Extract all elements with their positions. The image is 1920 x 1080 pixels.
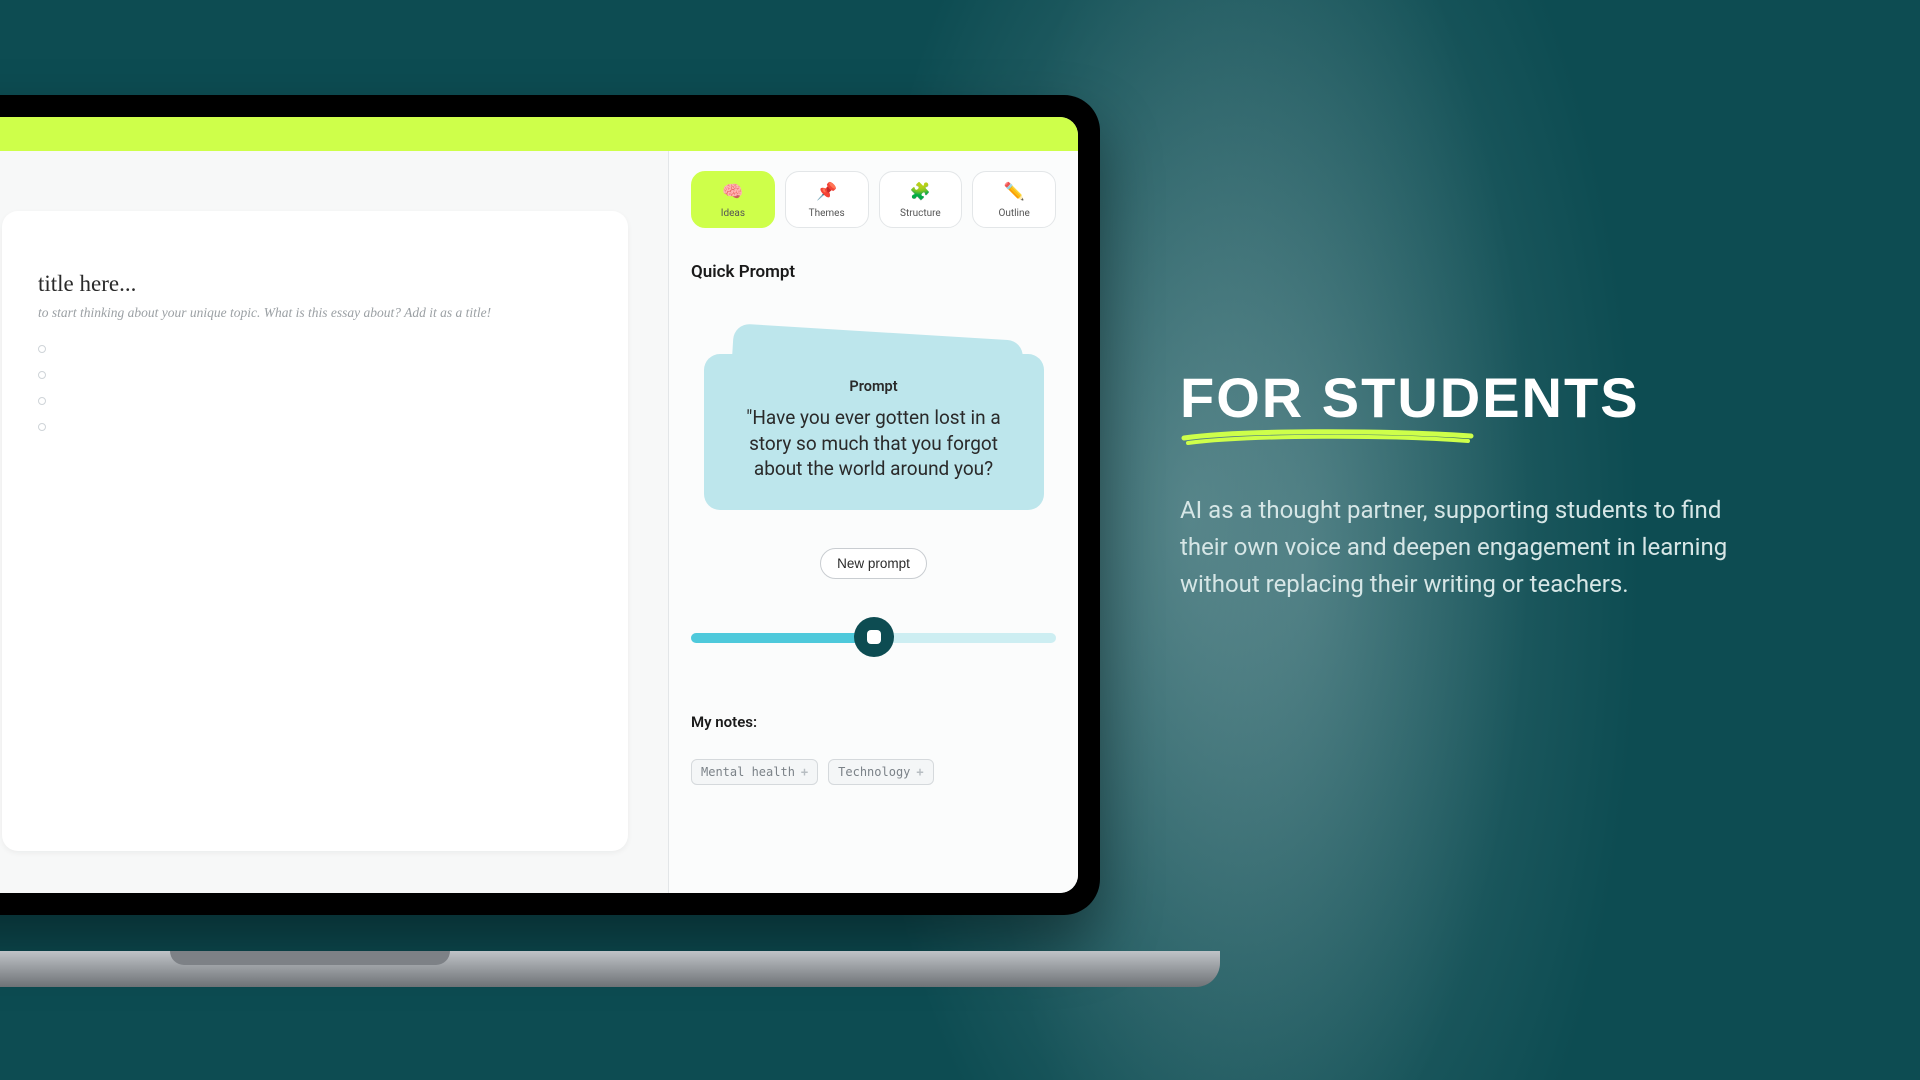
slider-thumb[interactable] [854, 617, 894, 657]
tab-label: Themes [809, 208, 845, 219]
tab-label: Ideas [721, 208, 745, 219]
prompt-label: Prompt [730, 378, 1018, 395]
pencil-icon: ✏️ [1004, 182, 1025, 202]
brain-icon: 🧠 [722, 182, 743, 202]
app-layout: title here... to start thinking about yo… [0, 151, 1078, 893]
prompt-text: "Have you ever gotten lost in a story so… [730, 405, 1018, 482]
bullet-marker [38, 397, 46, 405]
sidebar-tabs: 🧠 Ideas 📌 Themes 🧩 Structure ✏️ [691, 171, 1056, 228]
quick-prompt-heading: Quick Prompt [691, 262, 1056, 282]
notes-tags: Mental health + Technology + [691, 759, 1056, 785]
tag-mental-health[interactable]: Mental health + [691, 759, 818, 785]
editor-bullet-list [38, 345, 592, 431]
editor-panel: title here... to start thinking about yo… [0, 151, 668, 893]
tab-label: Structure [900, 208, 941, 219]
new-prompt-row: New prompt [691, 548, 1056, 579]
plus-icon: + [916, 765, 923, 779]
sidebar-panel: 🧠 Ideas 📌 Themes 🧩 Structure ✏️ [668, 151, 1078, 893]
tab-outline[interactable]: ✏️ Outline [972, 171, 1056, 228]
tag-technology[interactable]: Technology + [828, 759, 933, 785]
laptop-mockup: title here... to start thinking about yo… [0, 95, 1100, 975]
tag-label: Technology [838, 765, 910, 779]
marketing-body: AI as a thought partner, supporting stud… [1180, 492, 1765, 604]
tab-structure[interactable]: 🧩 Structure [879, 171, 963, 228]
app-screen: title here... to start thinking about yo… [0, 117, 1078, 893]
my-notes-heading: My notes: [691, 713, 1056, 731]
editor-hint: to start thinking about your unique topi… [38, 305, 592, 321]
laptop-base [0, 951, 1220, 987]
laptop-body: title here... to start thinking about yo… [0, 95, 1100, 915]
pushpin-icon: 📌 [816, 182, 837, 202]
marketing-title: For Students [1180, 365, 1765, 430]
bullet-marker [38, 423, 46, 431]
tab-ideas[interactable]: 🧠 Ideas [691, 171, 775, 228]
new-prompt-button[interactable]: New prompt [820, 548, 927, 579]
bullet-marker [38, 345, 46, 353]
tab-themes[interactable]: 📌 Themes [785, 171, 869, 228]
puzzle-icon: 🧩 [910, 182, 931, 202]
prompt-slider[interactable] [691, 617, 1056, 657]
tab-label: Outline [998, 208, 1029, 219]
underline-swoosh-icon [1180, 428, 1475, 446]
app-topbar [0, 117, 1078, 151]
prompt-card: Prompt "Have you ever gotten lost in a s… [704, 354, 1044, 510]
tag-label: Mental health [701, 765, 795, 779]
prompt-card-wrap: Prompt "Have you ever gotten lost in a s… [691, 354, 1056, 510]
essay-title-input[interactable]: title here... [38, 271, 592, 297]
editor-card: title here... to start thinking about yo… [2, 211, 628, 851]
marketing-copy: For Students AI as a thought partner, su… [1180, 365, 1765, 604]
bullet-marker [38, 371, 46, 379]
plus-icon: + [801, 765, 808, 779]
